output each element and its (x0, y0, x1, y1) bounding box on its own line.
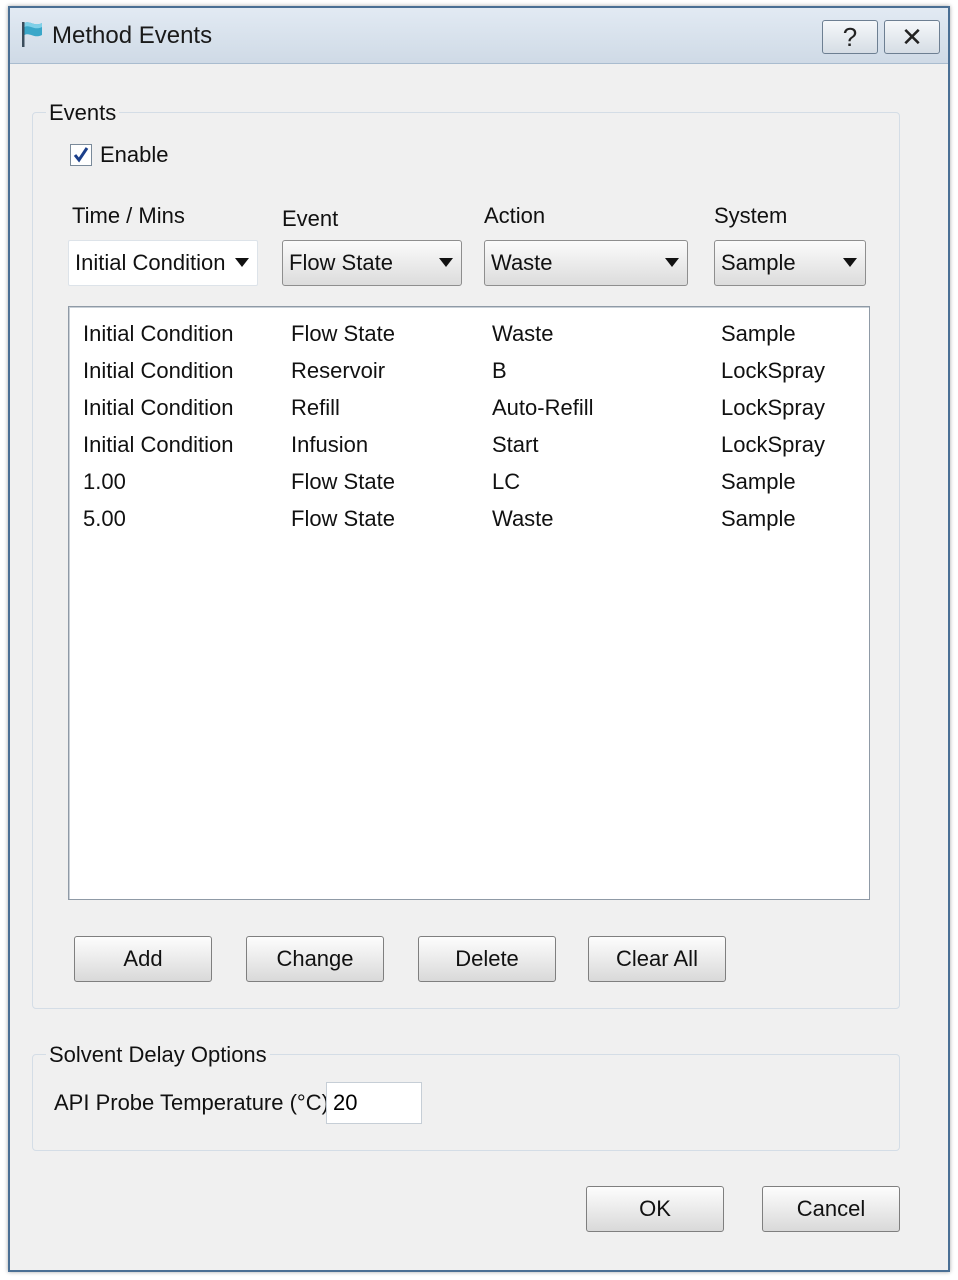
row-time: 5.00 (83, 506, 126, 531)
events-legend: Events (46, 100, 120, 126)
row-time: Initial Condition (83, 321, 234, 346)
flag-icon (22, 22, 42, 47)
checkmark-icon (73, 147, 89, 163)
chevron-down-icon (235, 258, 249, 267)
time-column-label: Time / Mins (72, 203, 185, 228)
action-select[interactable]: Waste (484, 240, 688, 286)
close-button[interactable]: ✕ (884, 20, 940, 54)
row-action: Waste (492, 506, 554, 531)
time-select-value: Initial Condition (75, 250, 226, 275)
list-item[interactable]: 5.00 Flow State Waste Sample (69, 500, 869, 537)
row-event: Flow State (291, 469, 395, 494)
row-event: Flow State (291, 321, 395, 346)
chevron-down-icon (439, 258, 453, 267)
change-button[interactable]: Change (246, 936, 384, 982)
list-item[interactable]: Initial Condition Refill Auto-Refill Loc… (69, 389, 869, 426)
title-bar[interactable]: Method Events ? ✕ (10, 8, 948, 64)
row-event: Flow State (291, 506, 395, 531)
time-select[interactable]: Initial Condition (68, 240, 258, 286)
row-action: LC (492, 469, 521, 494)
row-system: LockSpray (721, 395, 825, 420)
row-event: Reservoir (291, 358, 386, 383)
row-action: Auto-Refill (492, 395, 594, 420)
row-action: B (492, 358, 507, 383)
row-action: Start (492, 432, 539, 457)
system-select[interactable]: Sample (714, 240, 866, 286)
window-title: Method Events (52, 22, 213, 49)
chevron-down-icon (843, 258, 857, 267)
chevron-down-icon (665, 258, 679, 267)
enable-checkbox[interactable] (70, 144, 92, 166)
list-item[interactable]: Initial Condition Infusion Start LockSpr… (69, 426, 869, 463)
events-list[interactable]: Initial Condition Flow State Waste Sampl… (68, 306, 870, 900)
event-select[interactable]: Flow State (282, 240, 462, 286)
event-column-label: Event (282, 206, 339, 231)
system-column-label: System (714, 203, 788, 228)
row-time: Initial Condition (83, 358, 234, 383)
probe-temperature-label: API Probe Temperature (°C): (54, 1090, 336, 1115)
probe-temperature-input[interactable] (326, 1082, 422, 1124)
row-system: LockSpray (721, 432, 825, 457)
list-item[interactable]: Initial Condition Reservoir B LockSpray (69, 352, 869, 389)
action-select-value: Waste (491, 250, 553, 275)
row-system: Sample (721, 469, 796, 494)
help-icon: ? (842, 21, 858, 52)
list-item[interactable]: Initial Condition Flow State Waste Sampl… (69, 315, 869, 352)
ok-button[interactable]: OK (586, 1186, 724, 1232)
row-event: Infusion (291, 432, 369, 457)
row-system: Sample (721, 506, 796, 531)
event-select-value: Flow State (289, 250, 393, 275)
row-system: LockSpray (721, 358, 825, 383)
solvent-delay-legend: Solvent Delay Options (46, 1042, 270, 1068)
close-icon: ✕ (901, 21, 923, 52)
row-event: Refill (291, 395, 340, 420)
cancel-button[interactable]: Cancel (762, 1186, 900, 1232)
help-button[interactable]: ? (822, 20, 878, 54)
clear-all-button[interactable]: Clear All (588, 936, 726, 982)
enable-label[interactable]: Enable (100, 142, 169, 168)
system-select-value: Sample (721, 250, 796, 275)
row-action: Waste (492, 321, 554, 346)
row-time: 1.00 (83, 469, 126, 494)
action-column-label: Action (484, 203, 546, 228)
list-item[interactable]: 1.00 Flow State LC Sample (69, 463, 869, 500)
add-button[interactable]: Add (74, 936, 212, 982)
row-system: Sample (721, 321, 796, 346)
row-time: Initial Condition (83, 395, 234, 420)
delete-button[interactable]: Delete (418, 936, 556, 982)
row-time: Initial Condition (83, 432, 234, 457)
